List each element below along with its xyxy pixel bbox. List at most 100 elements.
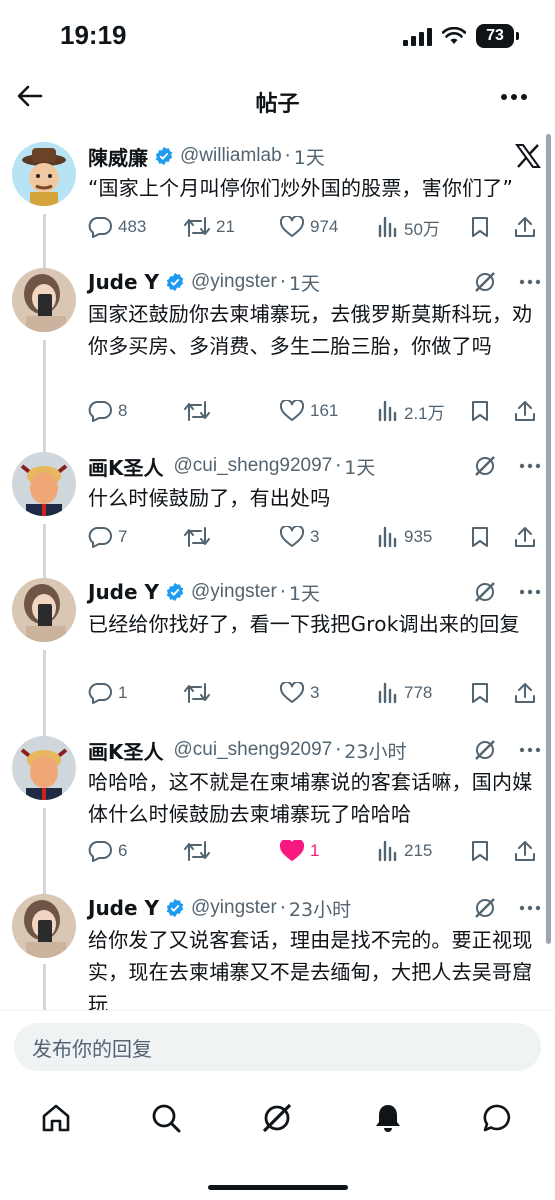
bookmark-button[interactable] xyxy=(470,216,490,238)
more-icon[interactable] xyxy=(519,747,541,753)
like-button-active[interactable]: 1 xyxy=(280,840,319,862)
share-button[interactable] xyxy=(514,400,536,422)
search-icon xyxy=(152,1104,181,1133)
views-button[interactable]: 50万 xyxy=(378,215,440,240)
grok-icon[interactable] xyxy=(473,896,497,920)
tweet[interactable]: Jude Y @yingster · 1天 国家还鼓励你去柬埔寨玩，去俄罗斯莫斯… xyxy=(0,268,555,438)
repost-button[interactable]: 21 xyxy=(184,216,235,238)
views-icon xyxy=(378,840,397,862)
tab-search[interactable] xyxy=(146,1098,186,1138)
grok-icon[interactable] xyxy=(473,580,497,604)
wifi-icon xyxy=(442,27,466,44)
bookmark-button[interactable] xyxy=(470,400,490,422)
share-button[interactable] xyxy=(514,682,536,704)
like-button[interactable]: 161 xyxy=(280,400,338,422)
tab-grok[interactable] xyxy=(257,1098,297,1138)
battery-indicator: 73 xyxy=(476,24,514,48)
author-handle[interactable]: @williamlab xyxy=(180,145,282,167)
post-time[interactable]: 1天 xyxy=(289,579,320,606)
author-name[interactable]: Jude Y xyxy=(88,580,159,604)
avatar[interactable] xyxy=(12,894,76,958)
avatar[interactable] xyxy=(12,578,76,642)
tweet-text: 什么时候鼓励了，有出处吗 xyxy=(88,486,331,510)
tab-home[interactable] xyxy=(36,1098,76,1138)
views-button[interactable]: 2.1万 xyxy=(378,399,445,424)
more-icon[interactable] xyxy=(519,589,541,595)
more-icon[interactable] xyxy=(519,279,541,285)
tweet-text: “国家上个月叫停你们炒外国的股票，害你们了” xyxy=(88,176,514,200)
more-options-button[interactable] xyxy=(499,82,529,112)
post-time[interactable]: 1天 xyxy=(294,143,325,170)
more-icon xyxy=(501,94,527,100)
page-title: 帖子 xyxy=(255,92,300,117)
author-name[interactable]: Jude Y xyxy=(88,896,159,920)
grok-icon[interactable] xyxy=(473,454,497,478)
like-count: 3 xyxy=(310,683,320,702)
tab-messages[interactable] xyxy=(478,1098,518,1138)
views-button[interactable]: 935 xyxy=(378,526,432,548)
grok-icon[interactable] xyxy=(473,738,497,762)
post-time[interactable]: 1天 xyxy=(344,453,375,480)
tweet[interactable]: 陳威廉 @williamlab · 1天 “国家上个月叫停你们炒外国的股票，害你… xyxy=(0,142,555,254)
share-button[interactable] xyxy=(514,526,536,548)
tweet[interactable]: Jude Y @yingster · 1天 已经给你找好了，看一下我把Grok调… xyxy=(0,578,555,718)
share-button[interactable] xyxy=(514,216,536,238)
bookmark-icon xyxy=(472,841,488,861)
reply-bar: 发布你的回复 xyxy=(0,1010,555,1084)
reply-button[interactable]: 1 xyxy=(88,682,127,704)
repost-button[interactable] xyxy=(184,682,216,704)
post-time[interactable]: 23小时 xyxy=(344,737,406,764)
repost-button[interactable] xyxy=(184,526,216,548)
more-icon[interactable] xyxy=(519,463,541,469)
bell-icon xyxy=(376,1105,400,1132)
reply-button[interactable]: 8 xyxy=(88,400,127,422)
avatar[interactable] xyxy=(12,452,76,516)
bookmark-button[interactable] xyxy=(470,840,490,862)
author-handle[interactable]: @yingster xyxy=(191,581,277,603)
home-indicator xyxy=(207,1185,348,1190)
author-name[interactable]: Jude Y xyxy=(88,270,159,294)
like-button[interactable]: 974 xyxy=(280,216,338,238)
view-count: 50万 xyxy=(404,219,440,239)
tweet[interactable]: 画K圣人 @cui_sheng92097 · 23小时 哈哈哈，这不就是在柬埔寨… xyxy=(0,736,555,876)
author-handle[interactable]: @cui_sheng92097 xyxy=(174,455,333,477)
avatar[interactable] xyxy=(12,736,76,800)
share-button[interactable] xyxy=(514,840,536,862)
tab-notifications[interactable] xyxy=(368,1098,408,1138)
tweet[interactable]: Jude Y @yingster · 23小时 给你发了又说客套话，理由是找不完… xyxy=(0,894,555,1010)
repost-button[interactable] xyxy=(184,400,216,422)
x-logo-icon xyxy=(515,144,541,168)
author-handle[interactable]: @cui_sheng92097 xyxy=(174,739,333,761)
more-icon[interactable] xyxy=(519,905,541,911)
grok-icon[interactable] xyxy=(473,270,497,294)
verified-badge-icon xyxy=(166,272,184,292)
author-name[interactable]: 画K圣人 xyxy=(88,452,164,481)
avatar[interactable] xyxy=(12,268,76,332)
like-count: 161 xyxy=(310,401,339,420)
bookmark-button[interactable] xyxy=(470,526,490,548)
author-name[interactable]: 陳威廉 xyxy=(88,142,148,171)
scrollbar[interactable] xyxy=(546,134,551,944)
tweet-text: 已经给你找好了，看一下我把Grok调出来的回复 xyxy=(88,612,520,636)
post-time[interactable]: 1天 xyxy=(289,269,320,296)
like-button[interactable]: 3 xyxy=(280,682,319,704)
reply-icon xyxy=(88,217,112,238)
like-button[interactable]: 3 xyxy=(280,526,319,548)
repost-button[interactable] xyxy=(184,840,216,862)
reply-button[interactable]: 483 xyxy=(88,216,146,238)
author-name[interactable]: 画K圣人 xyxy=(88,736,164,765)
repost-icon xyxy=(184,683,210,703)
author-handle[interactable]: @yingster xyxy=(191,271,277,293)
repost-icon xyxy=(184,217,210,237)
views-button[interactable]: 778 xyxy=(378,682,432,704)
bookmark-button[interactable] xyxy=(470,682,490,704)
avatar[interactable] xyxy=(12,142,76,206)
post-time[interactable]: 23小时 xyxy=(289,895,351,922)
reply-button[interactable]: 7 xyxy=(88,526,127,548)
reply-input[interactable]: 发布你的回复 xyxy=(14,1023,541,1071)
author-handle[interactable]: @yingster xyxy=(191,897,277,919)
views-button[interactable]: 215 xyxy=(378,840,432,862)
tweet[interactable]: 画K圣人 @cui_sheng92097 · 1天 什么时候鼓励了，有出处吗 7 xyxy=(0,452,555,564)
reply-button[interactable]: 6 xyxy=(88,840,127,862)
heart-icon xyxy=(280,526,304,547)
